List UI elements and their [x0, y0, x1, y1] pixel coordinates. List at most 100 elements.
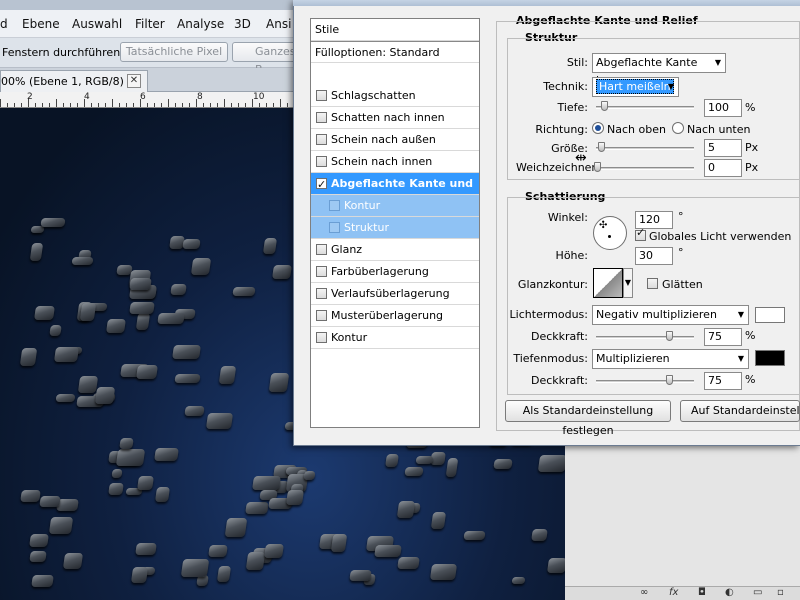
- highlight-opacity-input[interactable]: 75: [704, 328, 742, 346]
- style-item[interactable]: Glanz: [311, 239, 479, 261]
- ruler-tick: [231, 103, 232, 107]
- soften-slider-thumb[interactable]: [594, 162, 601, 172]
- ruler-tick: [49, 103, 50, 107]
- style-item-checkbox[interactable]: [316, 244, 327, 255]
- stone-shape: [108, 483, 124, 496]
- highlight-color-swatch[interactable]: [755, 307, 785, 323]
- blending-options-item[interactable]: Fülloptionen: Standard: [311, 41, 479, 63]
- style-item[interactable]: Musterüberlagerung: [311, 305, 479, 327]
- menu-bar: d Ebene Auswahl Filter Analyse 3D Ansi: [0, 10, 296, 38]
- ruler-tick: [273, 103, 274, 107]
- highlight-mode-select[interactable]: Negativ multiplizieren ▼: [592, 305, 749, 325]
- style-item[interactable]: Schatten nach innen: [311, 107, 479, 129]
- style-item-checkbox[interactable]: [316, 310, 327, 321]
- stone-shape: [493, 458, 514, 469]
- ruler-label: 10: [253, 92, 265, 102]
- shadow-opacity-thumb[interactable]: [666, 375, 673, 385]
- style-item-checkbox[interactable]: [329, 222, 340, 233]
- ruler-tick: [63, 103, 64, 107]
- ruler-tick: [182, 103, 183, 107]
- stone-shape: [79, 302, 97, 321]
- size-slider-thumb[interactable]: [598, 142, 605, 152]
- style-item[interactable]: Abgeflachte Kante und Relief: [311, 173, 479, 211]
- group-icon[interactable]: ▭: [753, 587, 762, 598]
- ruler-tick: [105, 103, 106, 107]
- shadow-mode-label: Tiefenmodus:: [513, 352, 588, 365]
- style-item-checkbox[interactable]: [316, 174, 327, 195]
- fit-screen-button[interactable]: Ganzes B: [232, 42, 302, 76]
- style-item[interactable]: Schein nach außen: [311, 129, 479, 151]
- ruler-tick: [224, 99, 225, 107]
- stone-shape: [30, 574, 54, 587]
- fx-icon[interactable]: fx: [669, 587, 678, 598]
- style-item[interactable]: Schein nach innen: [311, 151, 479, 173]
- reset-default-button[interactable]: Auf Standardeinstellung: [680, 400, 800, 422]
- soften-label: Weichzeichnen:: [516, 161, 596, 174]
- styles-header[interactable]: Stile: [311, 19, 479, 41]
- direction-down-radio[interactable]: [672, 122, 684, 134]
- style-item[interactable]: Struktur: [311, 217, 479, 239]
- shadow-opacity-slider[interactable]: [596, 380, 694, 383]
- antialias-checkbox[interactable]: [647, 278, 658, 289]
- shadow-color-swatch[interactable]: [755, 350, 785, 366]
- menu-image[interactable]: d: [0, 17, 8, 31]
- menu-layer[interactable]: Ebene: [22, 17, 60, 31]
- make-default-button[interactable]: Als Standardeinstellung festlegen: [505, 400, 671, 437]
- global-light-checkbox[interactable]: [635, 226, 646, 241]
- new-layer-icon[interactable]: ▫: [777, 587, 784, 598]
- stone-shape: [190, 258, 212, 276]
- stone-shape: [184, 406, 205, 417]
- run-in-windows-label[interactable]: Fenstern durchführen: [2, 46, 120, 59]
- soften-slider[interactable]: [596, 167, 694, 170]
- altitude-input[interactable]: 30: [635, 247, 673, 265]
- menu-select[interactable]: Auswahl: [72, 17, 122, 31]
- style-item[interactable]: Kontur: [311, 327, 479, 349]
- layers-panel: [565, 446, 800, 600]
- menu-view[interactable]: Ansi: [266, 17, 291, 31]
- actual-pixels-button[interactable]: Tatsächliche Pixel: [120, 42, 228, 62]
- menu-analysis[interactable]: Analyse: [177, 17, 224, 31]
- depth-input[interactable]: 100: [704, 99, 742, 117]
- size-input[interactable]: 5: [704, 139, 742, 157]
- highlight-mode-label: Lichtermodus:: [509, 308, 588, 321]
- style-item-label: Schatten nach innen: [331, 111, 445, 124]
- style-item-checkbox[interactable]: [316, 134, 327, 145]
- style-item-checkbox[interactable]: [316, 90, 327, 101]
- style-item-checkbox[interactable]: [316, 112, 327, 123]
- shadow-opacity-input[interactable]: 75: [704, 372, 742, 390]
- menu-filter[interactable]: Filter: [135, 17, 165, 31]
- menu-3d[interactable]: 3D: [234, 17, 251, 31]
- depth-slider[interactable]: [596, 106, 694, 109]
- style-item-checkbox[interactable]: [316, 266, 327, 277]
- document-tab[interactable]: 00% (Ebene 1, RGB/8) * ✕: [0, 70, 148, 92]
- depth-unit: %: [745, 101, 756, 114]
- shadow-mode-select[interactable]: Multiplizieren ▼: [592, 349, 749, 369]
- stone-shape: [55, 393, 76, 402]
- style-item-checkbox[interactable]: [329, 200, 340, 211]
- depth-slider-thumb[interactable]: [601, 101, 608, 111]
- style-item-checkbox[interactable]: [316, 156, 327, 167]
- technique-select[interactable]: Hart meißeln ▼: [592, 77, 679, 97]
- ruler-tick: [0, 99, 1, 107]
- chevron-down-icon[interactable]: ▼: [623, 268, 633, 298]
- style-item[interactable]: Kontur: [311, 195, 479, 217]
- direction-up-radio[interactable]: [592, 122, 604, 134]
- close-icon[interactable]: ✕: [127, 74, 141, 88]
- mask-icon[interactable]: ◘: [698, 587, 706, 598]
- style-item-checkbox[interactable]: [316, 288, 327, 299]
- highlight-opacity-thumb[interactable]: [666, 331, 673, 341]
- bevel-style-select[interactable]: Abgeflachte Kante innen▼: [592, 53, 726, 87]
- soften-input[interactable]: 0: [704, 159, 742, 177]
- stone-shape: [262, 238, 278, 254]
- style-item[interactable]: Farbüberlagerung: [311, 261, 479, 283]
- link-layers-icon[interactable]: ∞: [640, 587, 648, 598]
- highlight-opacity-slider[interactable]: [596, 336, 694, 339]
- style-item[interactable]: Verlaufsüberlagerung: [311, 283, 479, 305]
- adjustment-layer-icon[interactable]: ◐: [725, 587, 734, 598]
- gloss-contour-swatch[interactable]: [593, 268, 623, 298]
- size-slider[interactable]: [596, 147, 694, 150]
- style-item[interactable]: Schlagschatten: [311, 85, 479, 107]
- angle-label: Winkel:: [547, 211, 588, 224]
- ruler-tick: [154, 103, 155, 107]
- style-item-checkbox[interactable]: [316, 332, 327, 343]
